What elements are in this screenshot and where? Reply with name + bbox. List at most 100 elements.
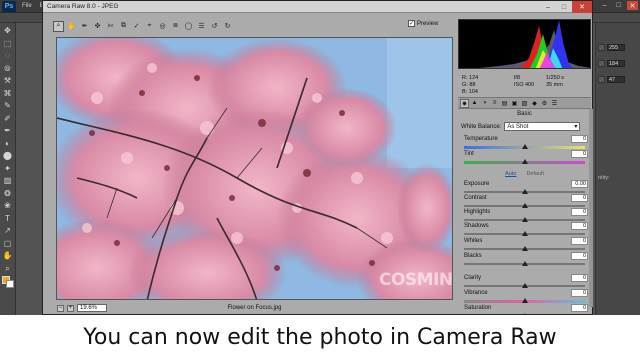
preview-checkbox[interactable]: ✓ (408, 20, 415, 27)
ps-tool-icon[interactable]: ↗ (2, 225, 14, 237)
ps-tool-icon[interactable]: ⬚ (2, 38, 14, 50)
white-balance-tool-icon[interactable]: ✒ (79, 21, 90, 32)
blacks-slider-thumb[interactable] (521, 261, 528, 266)
adjustment-brush-icon[interactable]: ◎ (157, 21, 168, 32)
ps-tool-icon[interactable]: ▨ (2, 175, 14, 187)
ps-tool-icon[interactable]: ✒ (2, 125, 14, 137)
auto-link[interactable]: Auto (505, 171, 516, 177)
close-icon[interactable]: ✕ (572, 1, 592, 13)
zoom-tool-icon[interactable]: ⌕ (53, 20, 64, 32)
ps-tool-icon[interactable]: ⬤ (2, 150, 14, 162)
graduated-filter-icon[interactable]: ⧈ (170, 21, 181, 32)
straighten-tool-icon[interactable]: ⧉ (118, 21, 129, 32)
clarity-value-input[interactable]: 0 (571, 274, 588, 282)
minimize-icon[interactable]: – (540, 1, 556, 13)
saturation-value-input[interactable]: 0 (571, 304, 588, 312)
ps-tool-icon[interactable]: ⌘ (2, 88, 14, 100)
ps-tool-icon[interactable]: ❂ (2, 188, 14, 200)
default-link[interactable]: Default (526, 171, 543, 177)
red-eye-icon[interactable]: ⌖ (144, 21, 155, 32)
clarity-slider-thumb[interactable] (521, 283, 528, 288)
basic-tab-icon[interactable]: ◉ (460, 98, 469, 108)
tone-curve-tab-icon[interactable]: ▲ (470, 99, 479, 108)
exposure-slider-thumb[interactable] (521, 189, 528, 194)
minimize-icon[interactable]: – (599, 1, 610, 10)
highlights-slider-thumb[interactable] (521, 217, 528, 222)
focal-length-value: 35 mm (546, 82, 563, 88)
whites-value-input[interactable]: 0 (571, 237, 588, 245)
ps-tool-icon[interactable]: ⌕ (2, 263, 14, 275)
rotate-left-icon[interactable]: ↺ (209, 21, 220, 32)
camera-raw-toolbar: ⌕ ✋ ✒ ✜ ✄ ⧉ ✓ ⌖ ◎ ⧈ ◯ ☰ ↺ ↻ (53, 19, 273, 33)
temperature-value-input[interactable]: 0 (571, 135, 588, 143)
camera-calibration-tab-icon[interactable]: ◆ (530, 99, 539, 108)
temperature-slider-thumb[interactable] (521, 144, 528, 149)
dock-label: ntity: (598, 174, 610, 181)
blacks-value-input[interactable]: 0 (571, 252, 588, 260)
dock-value-3[interactable]: 47 (607, 76, 625, 83)
contrast-slider-thumb[interactable] (521, 203, 528, 208)
ps-tool-icon[interactable]: ✐ (2, 113, 14, 125)
hand-tool-icon[interactable]: ✋ (66, 21, 77, 32)
preferences-icon[interactable]: ☰ (196, 21, 207, 32)
vibrance-slider-thumb[interactable] (521, 298, 528, 303)
radial-filter-icon[interactable]: ◯ (183, 21, 194, 32)
rotate-right-icon[interactable]: ↻ (222, 21, 233, 32)
color-swatch-icon[interactable] (598, 60, 605, 67)
snapshots-tab-icon[interactable]: ☰ (550, 99, 559, 108)
lens-tab-icon[interactable]: ▣ (510, 99, 519, 108)
ps-tool-icon[interactable]: ✥ (2, 25, 14, 37)
dock-value-2[interactable]: 184 (607, 60, 625, 67)
contrast-value-input[interactable]: 0 (571, 194, 588, 202)
presets-tab-icon[interactable]: ⚙ (540, 99, 549, 108)
ps-tool-icon[interactable]: ⦾ (2, 63, 14, 75)
tint-slider-thumb[interactable] (521, 159, 528, 164)
color-swatch-icon[interactable] (598, 76, 605, 83)
shadows-value-input[interactable]: 0 (571, 222, 588, 230)
blue-value: B: 104 (462, 89, 478, 95)
spot-removal-icon[interactable]: ✓ (131, 21, 142, 32)
vibrance-slider-row: Vibrance 0 (461, 289, 588, 305)
color-sampler-icon[interactable]: ✜ (92, 21, 103, 32)
panel-scrollbar[interactable] (589, 109, 593, 307)
image-filename: Flower on Focus.jpg (227, 305, 282, 311)
red-value: R: 124 (462, 75, 479, 81)
tools-panel: ✥⬚◌⦾⚒⌘✎✐✒◐⬤✦▨❂❀T↗▢✋⌕… (0, 23, 16, 315)
preview-toggle[interactable]: ✓ Preview (408, 20, 438, 27)
split-toning-tab-icon[interactable]: ▤ (500, 99, 509, 108)
camera-raw-dialog: Camera Raw 8.0 - JPEG – □ ✕ ⌕ ✋ ✒ ✜ ✄ ⧉ ✓ ⌖ ◎ ⧈ ◯ ☰… (42, 0, 593, 318)
ps-tool-icon[interactable]: ✎ (2, 100, 14, 112)
effects-tab-icon[interactable]: ▨ (520, 99, 529, 108)
ps-tool-icon[interactable]: ❀ (2, 200, 14, 212)
detail-tab-icon[interactable]: ◑ (480, 99, 489, 108)
photo-preview[interactable]: COSMIN (56, 37, 453, 300)
close-icon[interactable]: ✕ (627, 1, 638, 10)
ps-tool-icon[interactable]: ✦ (2, 163, 14, 175)
contrast-slider-row: Contrast 0 (461, 194, 588, 210)
ps-tool-icon[interactable]: ✋ (2, 250, 14, 262)
dock-row: 47 (598, 75, 639, 84)
vibrance-value-input[interactable]: 0 (571, 289, 588, 297)
shadows-slider-thumb[interactable] (521, 231, 528, 236)
clarity-slider-row: Clarity 0 (461, 274, 588, 290)
highlights-value-input[interactable]: 0 (571, 208, 588, 216)
white-balance-select[interactable]: As Shot (504, 122, 581, 131)
ps-tool-icon[interactable]: ◌ (2, 50, 14, 62)
ps-tool-icon[interactable]: ◐ (2, 138, 14, 150)
menu-file[interactable]: File (18, 3, 36, 9)
exposure-value-input[interactable]: 0.00 (571, 180, 588, 188)
green-value: G: 88 (462, 82, 476, 88)
ps-tool-icon[interactable]: T (2, 213, 14, 225)
whites-slider-thumb[interactable] (521, 246, 528, 251)
ps-tool-icon[interactable]: ⚒ (2, 75, 14, 87)
dock-value-1[interactable]: 255 (607, 44, 625, 51)
background-color-swatch[interactable] (6, 280, 14, 288)
color-swatch-icon[interactable] (598, 44, 605, 51)
hsl-tab-icon[interactable]: ≡ (490, 99, 499, 108)
maximize-icon[interactable]: □ (613, 1, 624, 10)
ps-tool-icon[interactable]: ▢ (2, 238, 14, 250)
crop-tool-icon[interactable]: ✄ (105, 21, 116, 32)
maximize-icon[interactable]: □ (556, 1, 572, 13)
right-dock: 255 184 47 ntity: (595, 23, 640, 315)
tint-value-input[interactable]: 0 (571, 150, 588, 158)
